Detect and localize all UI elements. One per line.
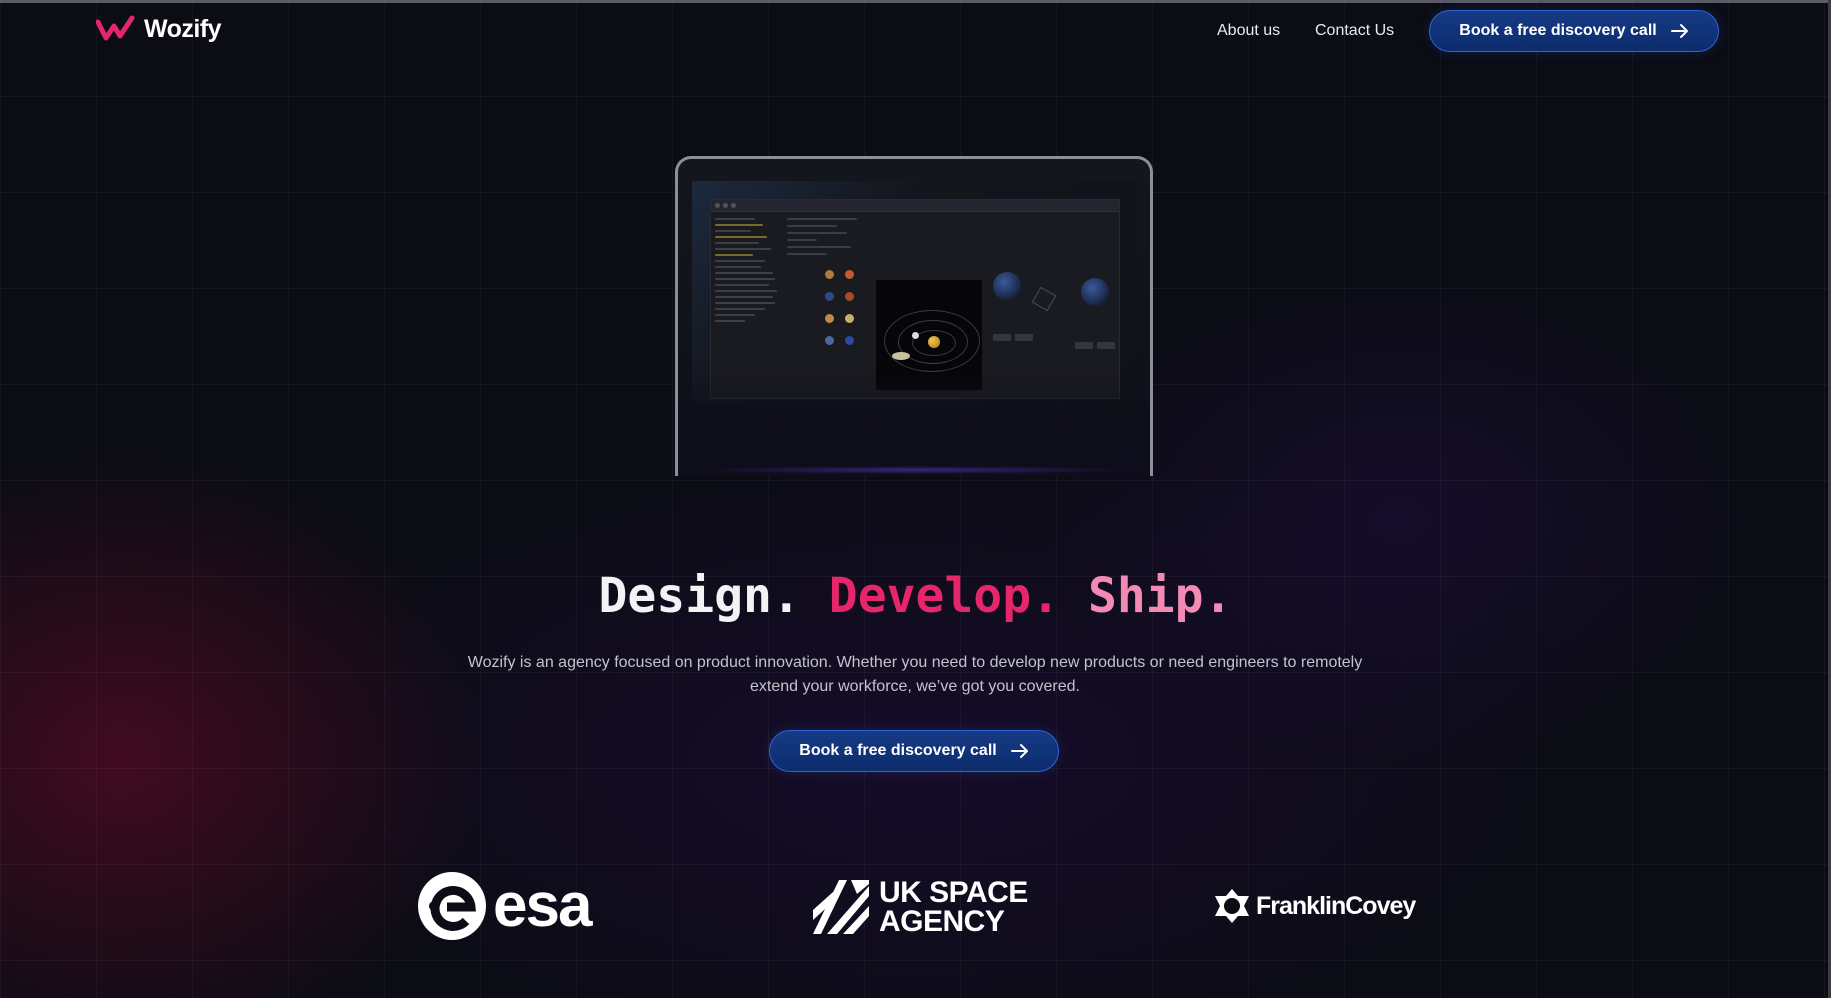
header-discovery-call-button[interactable]: Book a free discovery call	[1429, 10, 1719, 52]
brand-logo[interactable]: Wozify	[96, 14, 222, 44]
site-header: Wozify About us Contact Us Book a free d…	[0, 0, 1831, 64]
uk-space-line1: UK SPACE	[879, 876, 1028, 909]
headline-ship: Ship.	[1087, 568, 1233, 624]
esa-emblem-icon	[418, 871, 486, 940]
header-cta-label: Book a free discovery call	[1459, 22, 1657, 39]
headline-design: Design.	[598, 568, 801, 624]
background-grid	[0, 0, 1831, 998]
laptop-mockup	[675, 156, 1153, 476]
client-logos: esa UK SPACE AGENCY FranklinCovey	[0, 860, 1831, 960]
hero-headline: Design. Develop. Ship.	[0, 568, 1831, 624]
franklincovey-wordmark: FranklinCovey	[1256, 891, 1416, 920]
arrow-right-icon	[1670, 24, 1688, 38]
hero-description: Wozify is an agency focused on product i…	[467, 654, 1363, 695]
headline-develop: Develop.	[828, 568, 1060, 624]
uk-space-agency-emblem-icon	[813, 880, 869, 934]
uk-space-agency-logo: UK SPACE AGENCY	[813, 876, 1028, 938]
uk-space-line2: AGENCY	[879, 905, 1005, 938]
hero-cta-label: Book a free discovery call	[799, 742, 997, 759]
nav-contact-us[interactable]: Contact Us	[1315, 22, 1394, 40]
hero-discovery-call-button[interactable]: Book a free discovery call	[769, 730, 1059, 772]
esa-logo: esa	[417, 870, 592, 941]
nav-about-us[interactable]: About us	[1217, 22, 1280, 40]
arrow-right-icon	[1010, 744, 1028, 758]
franklincovey-emblem-icon	[1215, 889, 1249, 923]
esa-wordmark: esa	[493, 871, 592, 940]
planet-list	[823, 270, 867, 360]
franklincovey-logo: FranklinCovey	[1214, 888, 1416, 924]
laptop-glow	[700, 466, 1130, 474]
wozify-logo-icon	[96, 15, 135, 41]
brand-name: Wozify	[144, 14, 222, 43]
